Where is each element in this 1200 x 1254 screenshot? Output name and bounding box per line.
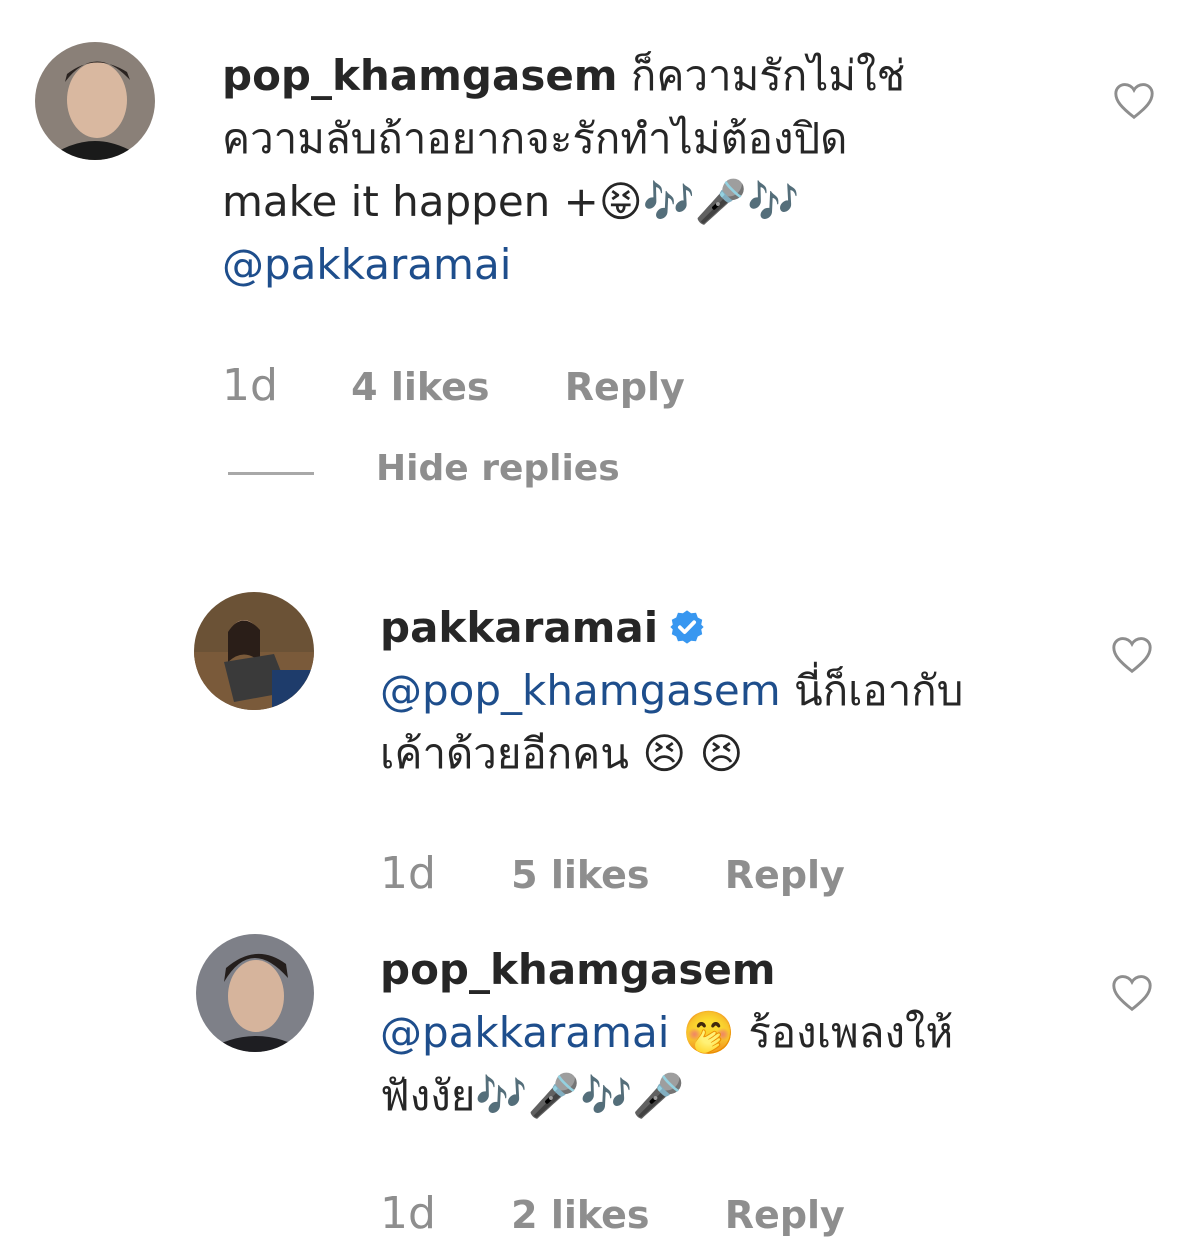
heart-outline-icon[interactable] xyxy=(1110,634,1154,674)
avatar-pop-khamgasem[interactable] xyxy=(35,42,155,160)
hide-replies-label[interactable]: Hide replies xyxy=(376,448,620,489)
comment-text-line: ความลับถ้าอยากจะรักทำไม่ต้องปิด xyxy=(222,114,848,163)
mention-link[interactable]: @pakkaramai xyxy=(380,1008,669,1057)
reply-button[interactable]: Reply xyxy=(565,365,685,409)
likes-count[interactable]: 2 likes xyxy=(511,1193,649,1237)
comment-text-line: เค้าด้วยอีกคน 😣 😣 xyxy=(380,729,744,778)
comment-text-line: ก็ความรักไม่ใช่ xyxy=(617,51,906,100)
comment-meta: 1d 5 likes Reply xyxy=(380,848,845,899)
comment-text-line: 🤭 ร้องเพลงให้ xyxy=(669,1008,954,1057)
avatar-pop-khamgasem[interactable] xyxy=(196,934,314,1052)
comment-text: pop_khamgasem ก็ความรักไม่ใช่ ความลับถ้า… xyxy=(222,44,1082,296)
heart-outline-icon[interactable] xyxy=(1110,972,1154,1012)
comment-meta: 1d 4 likes Reply xyxy=(222,360,685,411)
reply-button[interactable]: Reply xyxy=(725,1193,845,1237)
likes-count[interactable]: 5 likes xyxy=(511,853,649,897)
comment-text-line: นี่ก็เอากับ xyxy=(780,666,964,715)
verified-badge-icon xyxy=(668,600,706,644)
comment-username[interactable]: pop_khamgasem xyxy=(222,51,618,100)
comment-text-line: make it happen +😝🎶🎤🎶 xyxy=(222,177,800,226)
comment-text: pop_khamgasem @pakkaramai 🤭 ร้องเพลงให้ … xyxy=(380,938,1100,1127)
divider xyxy=(228,472,314,475)
heart-outline-icon[interactable] xyxy=(1112,80,1156,120)
comment-text: pakkaramai @pop_khamgasem นี่ก็เอากับ เค… xyxy=(380,596,1100,785)
comment-time: 1d xyxy=(380,1188,436,1239)
reply-button[interactable]: Reply xyxy=(725,853,845,897)
comment-time: 1d xyxy=(222,360,278,411)
comment-username[interactable]: pakkaramai xyxy=(380,603,658,652)
comment-text-line: ฟังงัย🎶🎤🎶🎤 xyxy=(380,1071,685,1120)
mention-link[interactable]: @pop_khamgasem xyxy=(380,666,781,715)
comment-time: 1d xyxy=(380,848,436,899)
likes-count[interactable]: 4 likes xyxy=(351,365,489,409)
avatar-pakkaramai[interactable] xyxy=(194,592,314,710)
mention-link[interactable]: @pakkaramai xyxy=(222,233,1082,296)
comment-meta: 1d 2 likes Reply xyxy=(380,1188,845,1239)
comment-username[interactable]: pop_khamgasem xyxy=(380,938,1100,1001)
